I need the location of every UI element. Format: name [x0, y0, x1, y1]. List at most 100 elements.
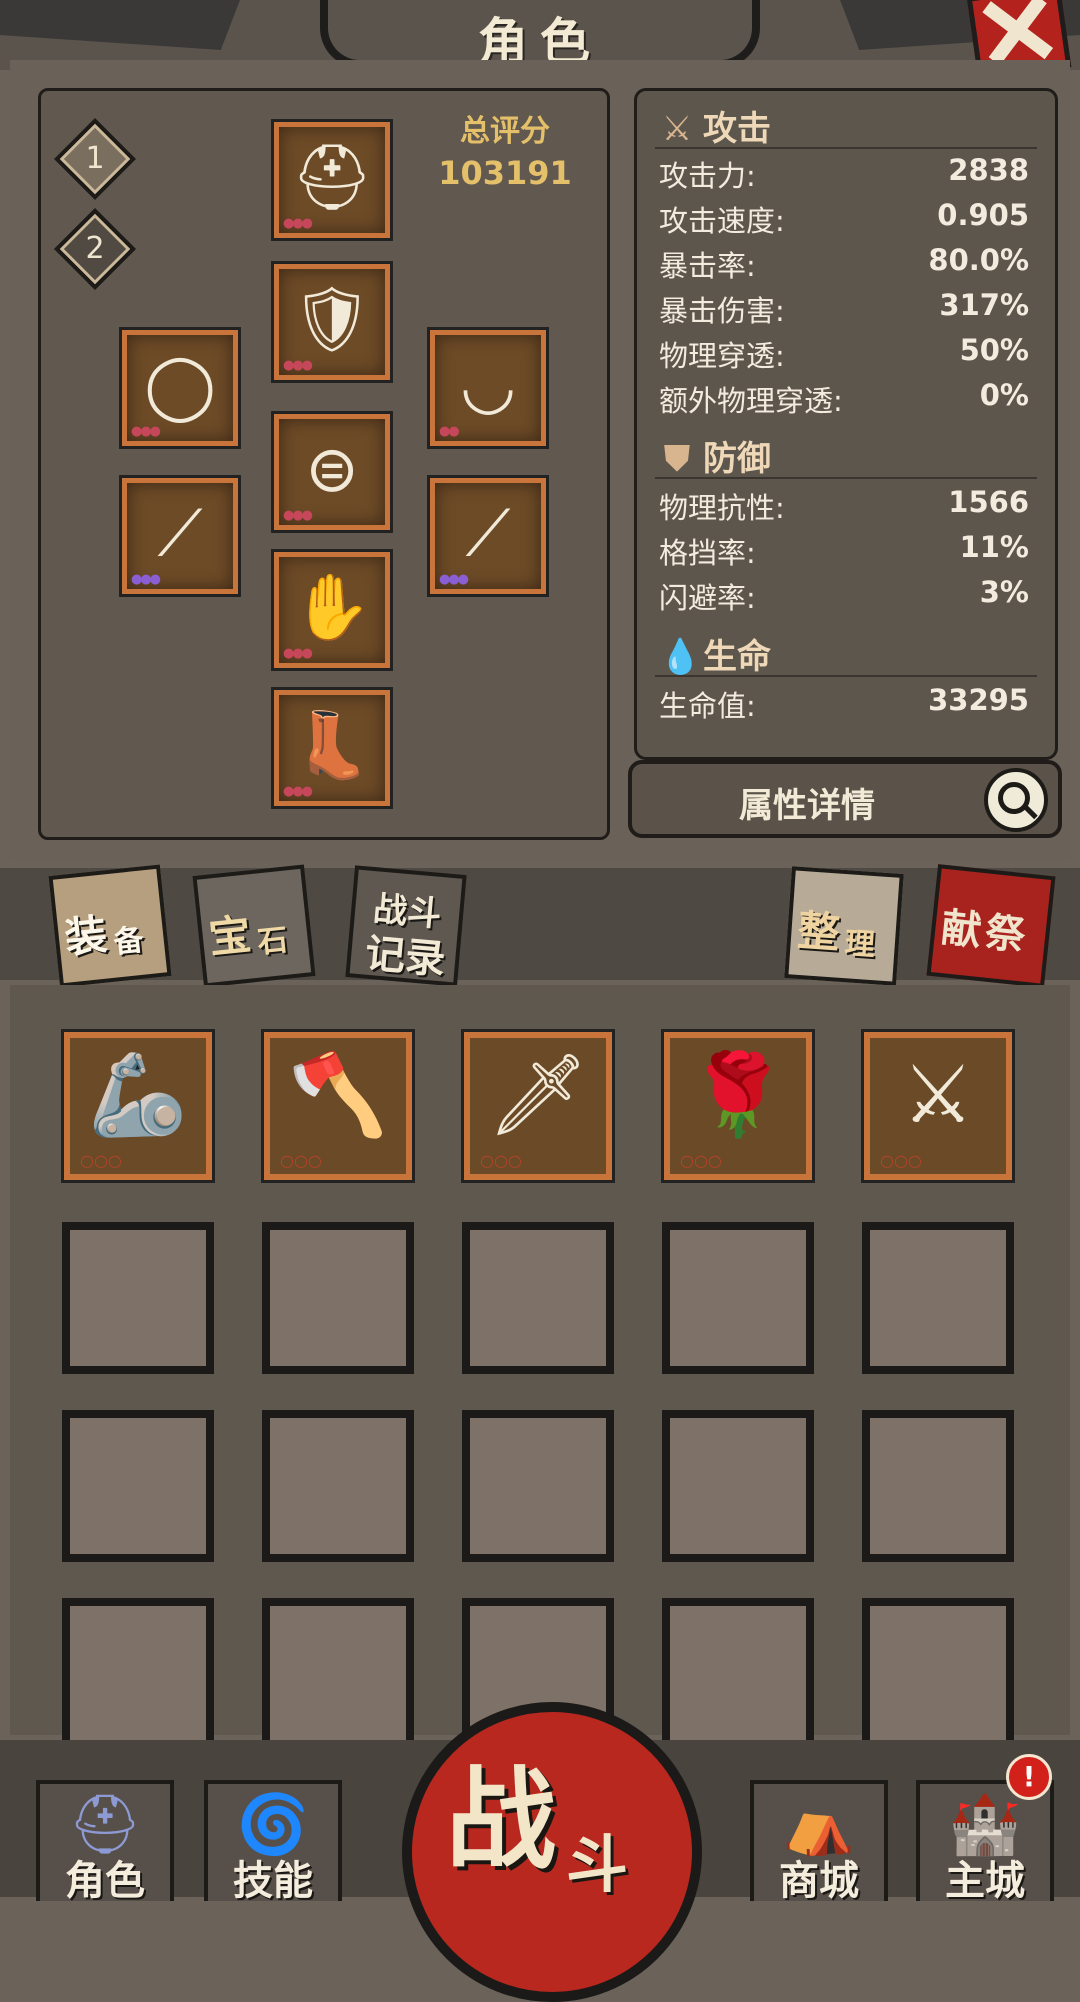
battle-label-main: 战: [446, 1756, 556, 1884]
nav-shop-button[interactable]: ⛺ 商城: [750, 1780, 888, 1904]
inventory-empty-slot[interactable]: [462, 1410, 614, 1562]
stats-panel[interactable]: ⚔ 攻击 攻击力: 2838 攻击速度: 0.905 暴击率: 80.0% 暴击伤害: 3…: [634, 88, 1058, 760]
inventory-item[interactable]: 🪓 ○○○: [264, 1032, 412, 1180]
attack-title-text: 攻击: [703, 109, 771, 149]
notification-badge: !: [1006, 1754, 1052, 1800]
rose-sword-icon: 🌹: [688, 1048, 788, 1141]
attribute-details-button[interactable]: 属性详情: [628, 760, 1062, 838]
tab-gems[interactable]: 宝石: [192, 864, 316, 988]
divider: [655, 675, 1037, 677]
inventory-empty-slot[interactable]: [62, 1410, 214, 1562]
stat-value: 0%: [979, 378, 1029, 412]
battle-axe-icon: 🪓: [288, 1048, 388, 1141]
score-value: 103191: [438, 154, 572, 192]
boots-icon: 👢: [292, 709, 372, 783]
stat-value: 80.0%: [928, 243, 1029, 277]
belt-icon: ⊜: [305, 433, 359, 507]
tab-battle-log[interactable]: 战斗 记录: [345, 865, 467, 987]
inventory-empty-slot[interactable]: [462, 1222, 614, 1374]
inventory-empty-slot[interactable]: [662, 1598, 814, 1750]
tab-label: 宝: [206, 909, 254, 963]
magnifier-icon: [984, 768, 1048, 832]
gem-sockets: ●●●: [283, 216, 313, 231]
equip-slot-armor[interactable]: 🛡 ●●●: [274, 264, 390, 380]
tab-label: 献: [939, 904, 984, 955]
loadout-2-label: 2: [85, 231, 105, 266]
attack-section-title: ⚔ 攻击: [659, 101, 771, 149]
equip-slot-ring[interactable]: ◯ ●●●: [122, 330, 238, 446]
stat-row: 攻击速度: 0.905: [659, 198, 1029, 238]
equip-slot-necklace[interactable]: ◡ ●●: [430, 330, 546, 446]
inventory-empty-slot[interactable]: [662, 1410, 814, 1562]
sacrifice-button[interactable]: 献祭: [926, 864, 1056, 988]
blood-drop-icon: 💧: [659, 637, 702, 677]
stat-label: 物理抗性:: [659, 491, 785, 525]
stat-label: 攻击力:: [659, 159, 756, 193]
tab-label: 记录: [363, 930, 448, 984]
equip-slot-helmet[interactable]: ⛑ ●●●: [274, 122, 390, 238]
equip-slot-boots[interactable]: 👢 ●●●: [274, 690, 390, 806]
spear-icon: ⟋: [157, 497, 203, 571]
stat-value: 11%: [959, 530, 1029, 564]
equip-slot-belt[interactable]: ⊜ ●●●: [274, 414, 390, 530]
stat-label: 格挡率:: [659, 536, 756, 570]
tab-label: 石: [255, 922, 290, 961]
inventory-empty-slot[interactable]: [262, 1410, 414, 1562]
life-title-text: 生命: [703, 637, 771, 677]
inventory-empty-slot[interactable]: [862, 1410, 1014, 1562]
tab-label: 整: [795, 905, 842, 958]
inventory-empty-slot[interactable]: [862, 1598, 1014, 1750]
equip-slot-weapon-right[interactable]: ⟋ ●●●: [430, 478, 546, 594]
gem-sockets: ●●: [439, 424, 460, 439]
stat-value: 50%: [959, 333, 1029, 367]
stat-label: 闪避率:: [659, 581, 756, 615]
gauntlets-icon: ✋: [292, 571, 372, 645]
shield-icon: ⛊: [664, 439, 690, 479]
gem-sockets: ●●●: [283, 784, 313, 799]
stat-row: 额外物理穿透: 0%: [659, 378, 1029, 418]
stat-row: 闪避率: 3%: [659, 575, 1029, 615]
gem-sockets: ●●●: [131, 572, 161, 587]
nav-label: 角色: [65, 1858, 145, 1904]
stat-label: 暴击率:: [659, 249, 756, 283]
stat-value: 317%: [939, 288, 1029, 322]
inventory-empty-slot[interactable]: [262, 1598, 414, 1750]
inventory-item[interactable]: ⚔ ○○○: [864, 1032, 1012, 1180]
equip-slot-gloves[interactable]: ✋ ●●●: [274, 552, 390, 668]
tab-label: 装: [62, 909, 110, 963]
claw-gauntlet-icon: 🦾: [88, 1048, 188, 1141]
defense-title-text: 防御: [703, 439, 771, 479]
stat-row: 生命值: 33295: [659, 683, 1029, 723]
helmet-icon: ⛑: [291, 141, 373, 215]
sort-button[interactable]: 整理: [784, 866, 904, 986]
inventory-item[interactable]: 🌹 ○○○: [664, 1032, 812, 1180]
inventory-empty-slot[interactable]: [62, 1598, 214, 1750]
gem-sockets: ○○○: [680, 1151, 722, 1170]
inventory-empty-slot[interactable]: [862, 1222, 1014, 1374]
tab-equipment[interactable]: 装备: [48, 864, 172, 988]
rapier-icon: 🗡: [487, 1048, 589, 1141]
nav-label: 主城: [945, 1858, 1025, 1904]
inventory-empty-slot[interactable]: [662, 1222, 814, 1374]
gem-sockets: ●●●: [283, 508, 313, 523]
equip-slot-weapon-left[interactable]: ⟋ ●●●: [122, 478, 238, 594]
gem-sockets: ○○○: [280, 1151, 322, 1170]
loadout-1-label: 1: [85, 141, 105, 176]
nav-character-button[interactable]: ⛑ 角色: [36, 1780, 174, 1904]
tab-label: 理: [843, 926, 876, 964]
gem-sockets: ○○○: [480, 1151, 522, 1170]
inventory-item[interactable]: 🦾 ○○○: [64, 1032, 212, 1180]
stat-label: 暴击伤害:: [659, 294, 785, 328]
attribute-details-label: 属性详情: [739, 786, 875, 826]
nav-skills-button[interactable]: 🌀 技能: [204, 1780, 342, 1904]
inventory-empty-slot[interactable]: [262, 1222, 414, 1374]
life-section-title: 💧生命: [659, 629, 771, 677]
stat-value: 1566: [948, 485, 1029, 519]
inventory-empty-slot[interactable]: [62, 1222, 214, 1374]
claw-necklace-icon: ◡: [460, 349, 516, 423]
stat-row: 攻击力: 2838: [659, 153, 1029, 193]
gem-sockets: ●●●: [131, 424, 161, 439]
stat-value: 0.905: [937, 198, 1029, 232]
inventory-item[interactable]: 🗡 ○○○: [464, 1032, 612, 1180]
stat-label: 攻击速度:: [659, 204, 785, 238]
